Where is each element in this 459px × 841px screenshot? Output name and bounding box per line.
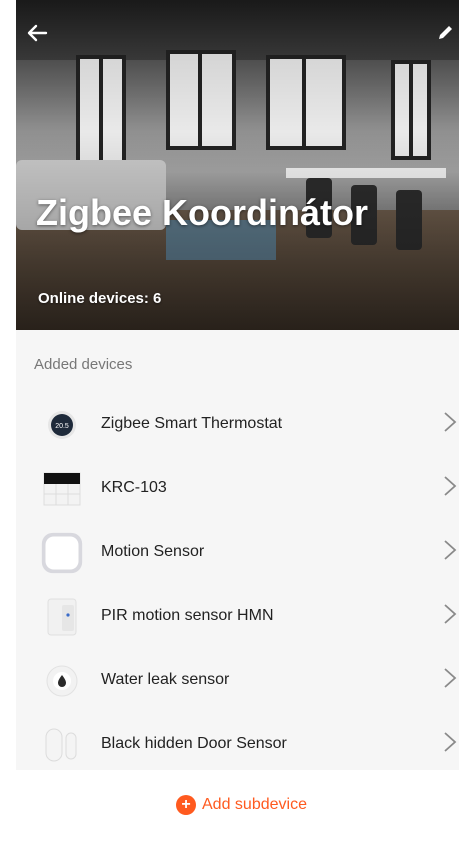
device-label: KRC-103 [101,479,167,496]
device-label: PIR motion sensor HMN [101,607,274,624]
add-subdevice-label: Add subdevice [202,796,307,813]
section-title: Added devices [34,356,133,373]
chevron-right-icon [443,731,459,757]
plus-circle-icon: + [176,795,196,815]
water-drop-icon [40,661,84,701]
list-item[interactable]: Water leak sensor [16,649,459,713]
device-list: 20.5 Zigbee Smart Thermostat KRC-103 Mot… [16,393,459,777]
device-label: Water leak sensor [101,671,230,688]
list-item[interactable]: PIR motion sensor HMN [16,585,459,649]
switch-panel-icon [40,469,84,509]
device-label: Zigbee Smart Thermostat [101,415,283,432]
svg-text:20.5: 20.5 [55,423,69,430]
chevron-right-icon [443,475,459,501]
motion-sensor-icon [40,532,84,574]
thermostat-icon: 20.5 [40,405,84,445]
back-arrow-icon[interactable] [26,20,56,50]
chevron-right-icon [443,667,459,693]
online-devices-count: Online devices: 6 [38,290,162,307]
header-image [16,0,459,330]
page-title: Zigbee Koordinátor [36,192,368,233]
device-label: Motion Sensor [101,543,205,560]
edit-pencil-icon[interactable] [436,20,458,50]
list-item[interactable]: Motion Sensor [16,521,459,585]
device-label: Black hidden Door Sensor [101,735,287,752]
add-subdevice-button[interactable]: + Add subdevice [176,795,307,815]
door-sensor-icon [40,725,84,765]
pir-sensor-icon [40,597,84,637]
chevron-right-icon [443,539,459,565]
list-item[interactable]: Black hidden Door Sensor [16,713,459,777]
list-item[interactable]: 20.5 Zigbee Smart Thermostat [16,393,459,457]
overlay [16,0,459,330]
chevron-right-icon [443,603,459,629]
list-item[interactable]: KRC-103 [16,457,459,521]
chevron-right-icon [443,411,459,437]
